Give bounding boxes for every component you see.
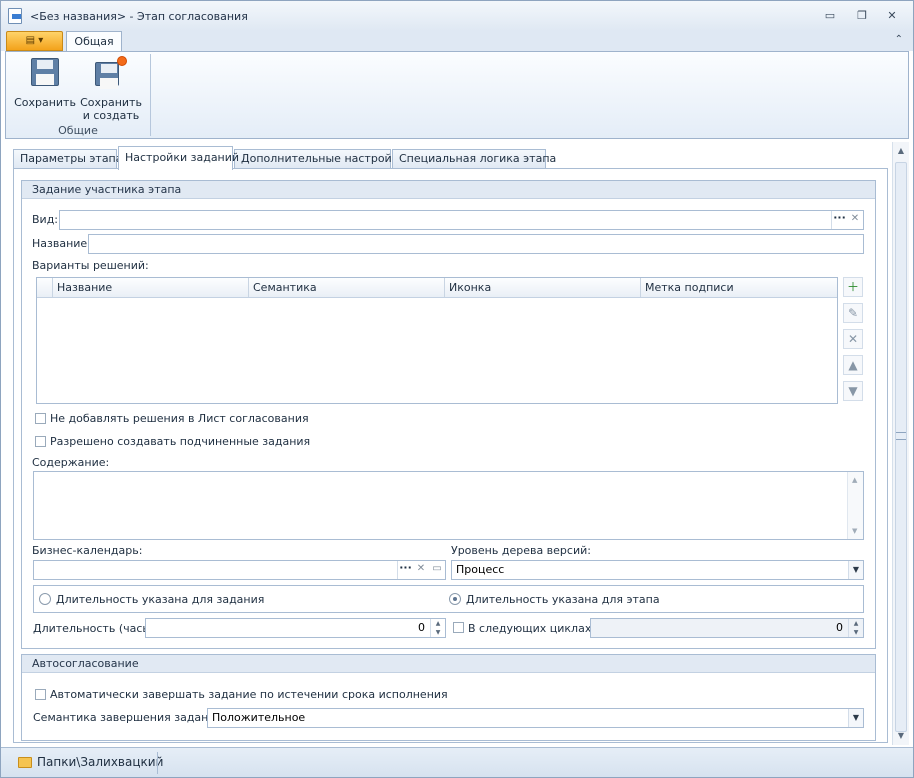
name-field[interactable] [88,234,864,254]
tab-task-settings[interactable]: Настройки заданий [118,146,239,170]
auto-complete-checkbox[interactable] [35,689,46,700]
no-add-label: Не добавлять решения в Лист согласования [50,412,309,425]
grid-header: Название Семантика Иконка Метка подписи [37,278,837,298]
memo-up-icon[interactable]: ▲ [852,476,857,484]
auto-complete-label: Автоматически завершать задание по истеч… [50,688,448,701]
minimize-button[interactable]: ▭ [823,9,837,23]
window-title: <Без названия> - Этап согласования [30,10,248,23]
task-group-header: Задание участника этапа [22,181,875,199]
col-name[interactable]: Название [53,278,249,297]
save-button-label: Сохранить [14,96,76,109]
save-and-create-button[interactable]: Сохранить и создать [80,56,142,122]
content-label: Содержание: [32,456,110,469]
calendar-open-icon[interactable]: ▭ [429,561,445,579]
duration-input[interactable]: 0 ▲ ▼ [145,618,446,638]
save-new-icon [95,56,127,89]
variants-label: Варианты решений: [32,259,149,272]
kind-field[interactable]: ··· ✕ [59,210,864,230]
save-create-label-2: и создать [82,109,140,122]
status-bar: Папки\Залихвацкий [1,747,913,777]
next-cycles-value: 0 [836,621,843,634]
kind-clear-icon[interactable]: ✕ [847,211,863,229]
ribbon-tab-general[interactable]: Общая [66,31,122,52]
content-scrollbar[interactable]: ▲ ▼ [847,472,863,539]
completion-semantics-select[interactable]: Положительное ▼ [207,708,864,728]
move-up-icon[interactable]: ▲ [843,355,863,375]
next-cycles-checkbox[interactable] [453,622,464,633]
completion-semantics-label: Семантика завершения задания: [33,711,226,724]
chevron-down-icon[interactable]: ▼ [848,561,863,579]
duration-value: 0 [418,621,425,634]
restore-button[interactable]: ❐ [855,9,869,23]
move-down-icon[interactable]: ▼ [843,381,863,401]
edit-variant-icon[interactable]: ✎ [843,303,863,323]
scroll-up-icon[interactable]: ▲ [896,146,906,156]
next-cycles-label: В следующих циклах [468,622,592,635]
window: <Без названия> - Этап согласования ▭ ❐ ✕… [0,0,914,778]
menu-icon: ▤ ▾ [25,35,44,46]
tab-special-logic[interactable]: Специальная логика этапа [392,149,556,169]
save-create-label-1: Сохранить [80,96,142,109]
allow-sub-label: Разрешено создавать подчиненные задания [50,435,311,448]
ribbon-group-separator [150,54,151,136]
content-textarea[interactable]: ▲ ▼ [33,471,864,540]
duration-spinner[interactable]: ▲ ▼ [430,619,445,637]
allow-sub-checkbox[interactable] [35,436,46,447]
tree-level-value: Процесс [456,563,505,576]
auto-approve-header: Автосогласование [22,655,875,673]
app-menu-button[interactable]: ▤ ▾ [6,31,63,51]
tree-level-label: Уровень дерева версий: [451,544,591,557]
no-add-checkbox[interactable] [35,413,46,424]
radio-duration-task[interactable] [39,593,51,605]
ribbon-panel: Сохранить Сохранить и создать Общие [5,51,909,139]
memo-down-icon[interactable]: ▼ [852,527,857,535]
scroll-grip-icon [896,432,906,440]
calendar-browse-button[interactable]: ··· [397,561,413,579]
calendar-label: Бизнес-календарь: [32,544,143,557]
vertical-scrollbar[interactable]: ▲ ▼ [892,142,909,745]
floppy-disk-icon [29,56,61,88]
kind-browse-button[interactable]: ··· [831,211,847,229]
ribbon-tabs: ▤ ▾ Общая ⌃ [1,31,913,52]
chevron-down-icon[interactable]: ▼ [848,709,863,727]
next-cycles-input[interactable]: 0 ▲ ▼ [590,618,864,638]
radio-duration-stage-label: Длительность указана для этапа [466,593,660,606]
name-label: Название: [32,237,91,250]
folder-icon [18,757,32,768]
radio-duration-task-label: Длительность указана для задания [56,593,265,606]
next-cycles-spinner[interactable]: ▲ ▼ [848,619,863,637]
calendar-field[interactable]: ··· ✕ ▭ [33,560,446,580]
tab-stage-params[interactable]: Параметры этапа [13,149,123,169]
calendar-clear-icon[interactable]: ✕ [413,561,429,579]
scroll-thumb[interactable] [895,162,907,732]
title-bar: <Без названия> - Этап согласования ▭ ❐ ✕ [1,1,913,31]
scroll-down-icon[interactable]: ▼ [896,731,906,741]
close-button[interactable]: ✕ [885,9,899,23]
col-icon[interactable]: Иконка [445,278,641,297]
ribbon-collapse-icon[interactable]: ⌃ [895,34,903,45]
kind-label: Вид: [32,213,59,226]
radio-duration-stage[interactable] [449,593,461,605]
delete-variant-icon[interactable]: ✕ [843,329,863,349]
tab-additional-settings[interactable]: Дополнительные настройки [234,149,406,169]
col-semantics[interactable]: Семантика [249,278,445,297]
grid-row-indicator [37,278,53,297]
save-button[interactable]: Сохранить [14,56,76,109]
folder-path[interactable]: Папки\Залихвацкий [37,755,163,769]
col-sign-mark[interactable]: Метка подписи [641,278,837,297]
tree-level-select[interactable]: Процесс ▼ [451,560,864,580]
completion-semantics-value: Положительное [212,711,306,724]
add-variant-icon[interactable]: ＋ [843,277,863,297]
status-separator [157,752,158,774]
duration-label: Длительность (часы) [33,622,156,635]
variants-grid[interactable]: Название Семантика Иконка Метка подписи [36,277,838,404]
app-icon [8,8,22,24]
ribbon-group-label: Общие [58,124,98,137]
